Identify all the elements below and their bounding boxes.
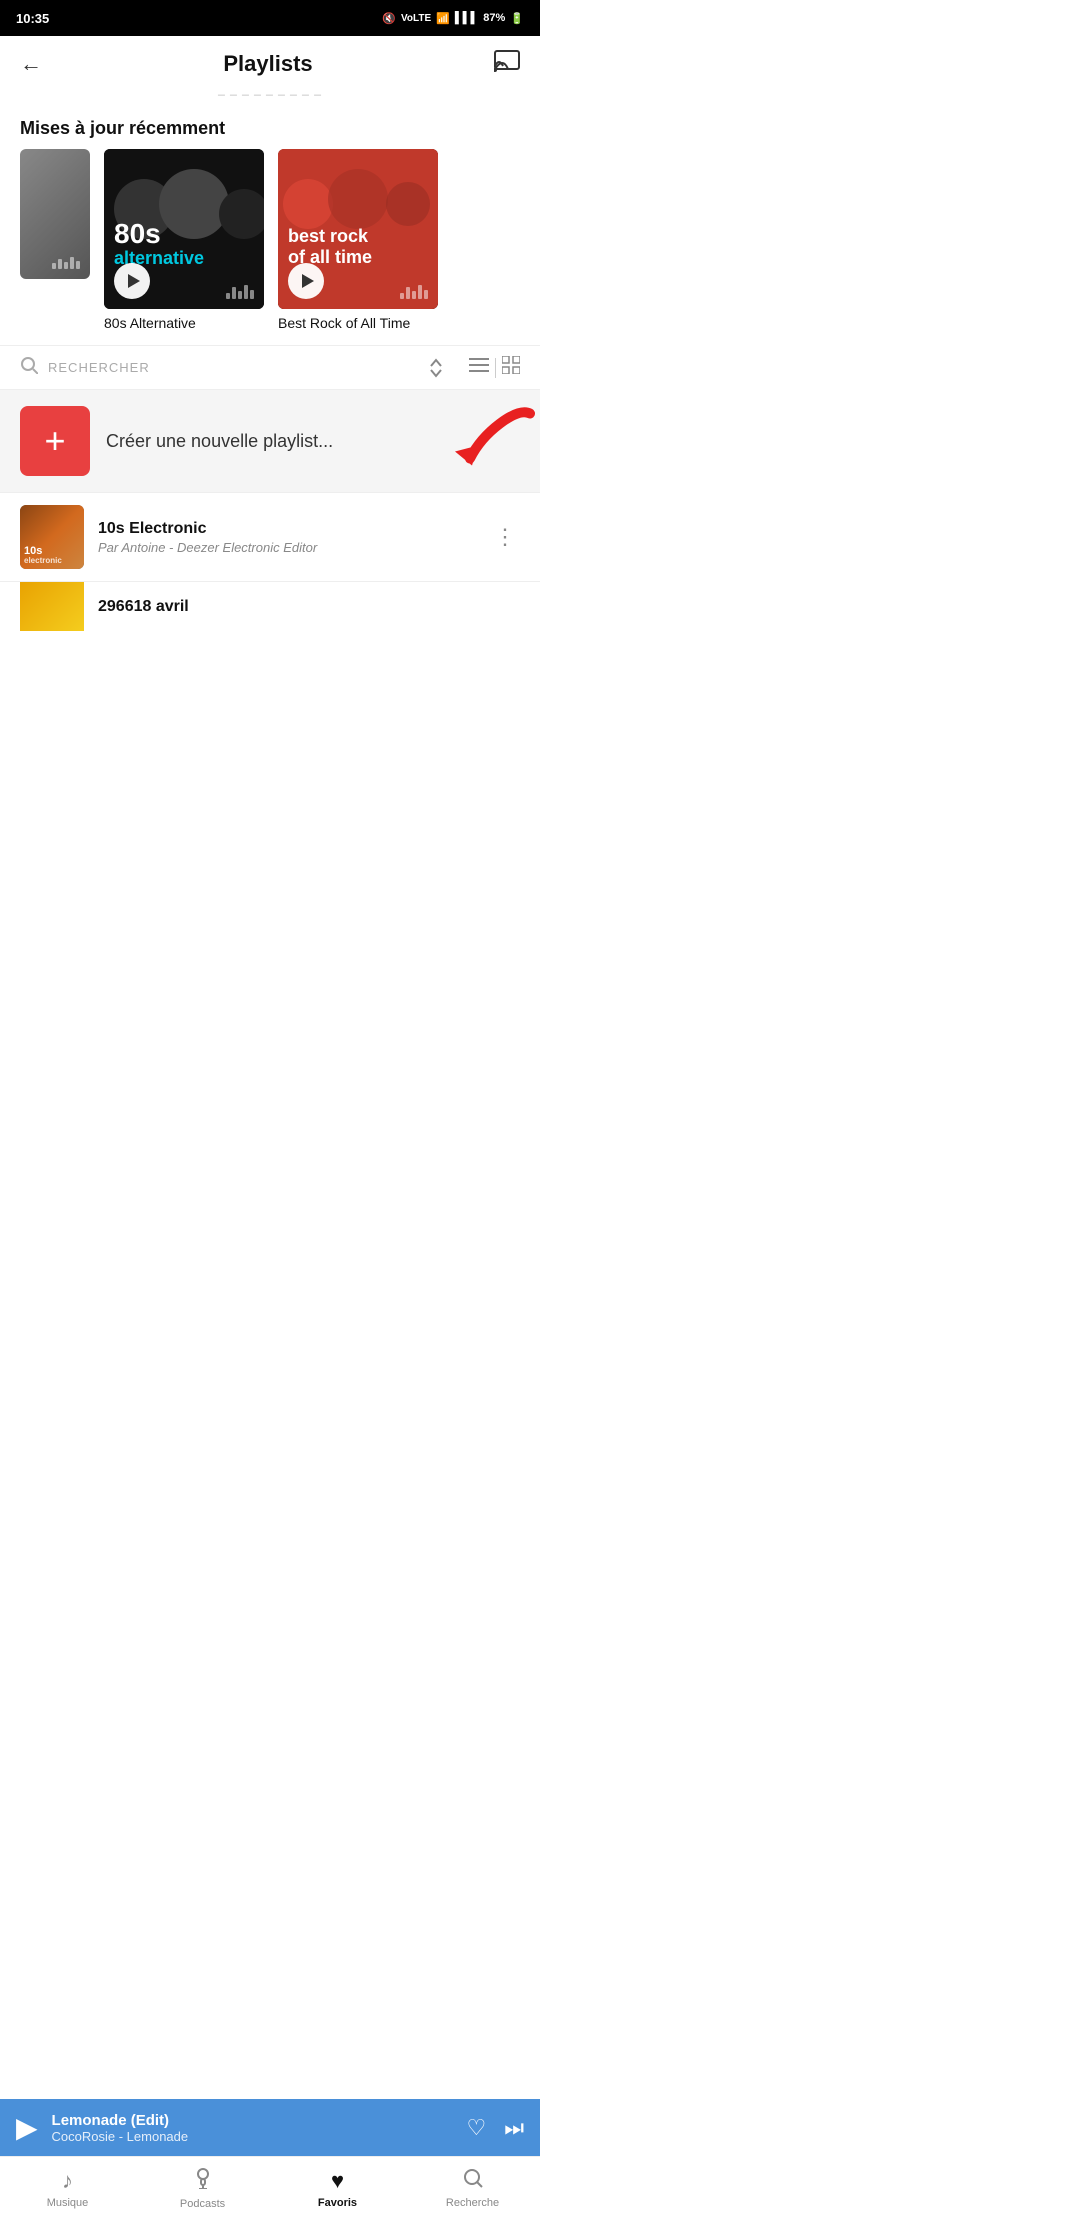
- status-time: 10:35: [16, 11, 49, 26]
- thumb-label-10s: 10s electronic: [24, 546, 62, 565]
- nav-icon-musique: ♪: [62, 2168, 73, 2194]
- deezer-bars-80s: [226, 285, 254, 299]
- playlist-card-80s[interactable]: 80s alternative 80s Alternative: [104, 149, 264, 331]
- card-thumb-80s: 80s alternative: [104, 149, 264, 309]
- page-header: ← Playlists: [0, 36, 540, 82]
- lte-icon: VoLTE: [401, 13, 431, 24]
- playlist-card-rock[interactable]: best rockof all time Best Rock of All Ti…: [278, 149, 438, 331]
- playlist-more-10s[interactable]: ⋮: [490, 524, 520, 550]
- red-arrow-annotation: [440, 404, 540, 479]
- nav-icon-recherche: [463, 2168, 483, 2194]
- status-icons: 🔇 VoLTE 📶 ▌▌▌ 87% 🔋: [382, 12, 524, 25]
- cast-button[interactable]: [494, 50, 520, 78]
- view-divider: [495, 358, 496, 378]
- playlist-name-second: 296618 avril: [98, 598, 520, 616]
- playlist-thumb-second: [20, 581, 84, 631]
- wifi-icon: 📶: [436, 12, 450, 25]
- mini-player[interactable]: ▶ Lemonade (Edit) CocoRosie - Lemonade ♡…: [0, 2099, 540, 2156]
- mini-next-button[interactable]: ⏭: [504, 2115, 524, 2141]
- card-overlay-80s: 80s alternative: [114, 220, 204, 269]
- cast-icon: [494, 50, 520, 72]
- playlist-info-second: 296618 avril: [98, 598, 520, 616]
- nav-label-favoris: Favoris: [318, 2197, 357, 2209]
- page-title: Playlists: [223, 51, 312, 77]
- mini-player-info: Lemonade (Edit) CocoRosie - Lemonade: [52, 2112, 453, 2144]
- playlist-name-10s: 10s Electronic: [98, 520, 476, 538]
- create-playlist-row[interactable]: + Créer une nouvelle playlist...: [0, 390, 540, 492]
- mini-player-actions: ♡ ⏭: [466, 2115, 524, 2141]
- playlist-item-10s[interactable]: 10s electronic 10s Electronic Par Antoin…: [0, 492, 540, 581]
- search-placeholder[interactable]: RECHERCHER: [48, 360, 417, 375]
- bottom-navigation: ♪ Musique Podcasts ♥ Favoris Recherche: [0, 2156, 540, 2220]
- search-icon: [20, 356, 38, 379]
- mini-heart-button[interactable]: ♡: [466, 2115, 486, 2141]
- playlist-list-area: + Créer une nouvelle playlist... 10s ele…: [0, 390, 540, 631]
- deezer-bars-rock: [400, 285, 428, 299]
- status-bar: 10:35 🔇 VoLTE 📶 ▌▌▌ 87% 🔋: [0, 0, 540, 36]
- mini-play-button[interactable]: ▶: [16, 2111, 38, 2144]
- card-label-80s: 80s Alternative: [104, 309, 264, 331]
- recently-updated-scroll: 80s alternative 80s Alternative best roc…: [0, 149, 540, 345]
- mini-player-title: Lemonade (Edit): [52, 2112, 453, 2129]
- create-playlist-button[interactable]: +: [20, 406, 90, 476]
- mute-icon: 🔇: [382, 12, 396, 25]
- grid-view-icon[interactable]: [502, 356, 520, 379]
- playlist-card-partial[interactable]: [20, 149, 90, 331]
- nav-label-musique: Musique: [47, 2197, 89, 2209]
- nav-item-recherche[interactable]: Recherche: [405, 2168, 540, 2209]
- card-label-rock: Best Rock of All Time: [278, 309, 438, 331]
- nav-icon-podcasts: [193, 2167, 213, 2195]
- play-button-rock[interactable]: [288, 263, 324, 299]
- battery-icon: 🔋: [510, 12, 524, 25]
- playlist-thumb-10s: 10s electronic: [20, 505, 84, 569]
- playlist-author-10s: Par Antoine - Deezer Electronic Editor: [98, 540, 476, 555]
- playlist-item-second-partial[interactable]: 296618 avril: [0, 581, 540, 631]
- card-overlay-rock: best rockof all time: [288, 226, 372, 269]
- view-icons: [469, 356, 520, 379]
- sort-icon[interactable]: [427, 358, 445, 378]
- back-button[interactable]: ←: [20, 51, 42, 77]
- nav-item-favoris[interactable]: ♥ Favoris: [270, 2168, 405, 2209]
- nav-label-podcasts: Podcasts: [180, 2198, 225, 2210]
- battery-label: 87%: [483, 12, 505, 24]
- nav-item-musique[interactable]: ♪ Musique: [0, 2168, 135, 2209]
- nav-item-podcasts[interactable]: Podcasts: [135, 2167, 270, 2210]
- list-view-icon[interactable]: [469, 357, 489, 378]
- deezer-bars-partial: [52, 257, 80, 269]
- playlist-info-10s: 10s Electronic Par Antoine - Deezer Elec…: [98, 520, 476, 555]
- card-thumb-rock: best rockof all time: [278, 149, 438, 309]
- nav-label-recherche: Recherche: [446, 2197, 499, 2209]
- profile-subtitle: _ _ _ _ _ _ _ _ _: [0, 82, 540, 104]
- create-playlist-text: Créer une nouvelle playlist...: [106, 431, 333, 452]
- create-plus-icon: +: [44, 423, 65, 459]
- play-button-80s[interactable]: [114, 263, 150, 299]
- nav-icon-favoris: ♥: [331, 2168, 344, 2194]
- signal-icon: ▌▌▌: [455, 12, 478, 24]
- search-bar: RECHERCHER: [0, 345, 540, 390]
- mini-player-subtitle: CocoRosie - Lemonade: [52, 2129, 453, 2144]
- section-recently-updated: Mises à jour récemment: [0, 104, 540, 149]
